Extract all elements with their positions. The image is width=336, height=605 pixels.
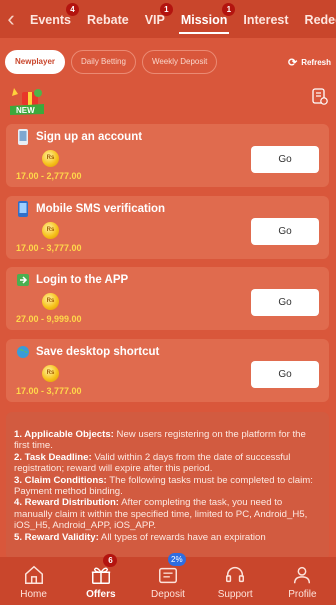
new-badge-text: NEW xyxy=(16,106,35,115)
rule-item: 4. Reward Distribution: After completing… xyxy=(14,497,308,532)
nav-home[interactable]: Home xyxy=(0,557,67,605)
go-button[interactable]: Go xyxy=(251,146,319,173)
tab-interest[interactable]: Interest xyxy=(235,0,296,38)
rule-item: 3. Claim Conditions: The following tasks… xyxy=(14,474,313,498)
task-card-shortcut: Save desktop shortcut Rs 17.00 - 3,777.0… xyxy=(6,339,329,402)
login-app-icon xyxy=(17,274,29,286)
rule-item: 2. Task Deadline: Valid within 2 days fr… xyxy=(14,451,291,475)
subtab-newplayer[interactable]: Newplayer xyxy=(5,50,66,74)
rupee-coin-icon: Rs xyxy=(42,222,59,239)
chevron-left-icon[interactable]: ‹ xyxy=(0,0,22,38)
tab-rebate[interactable]: Rebate xyxy=(79,0,137,38)
bottom-nav: Home 6 Offers 2% Deposit Support Profile xyxy=(0,553,336,605)
rupee-coin-icon: Rs xyxy=(42,293,59,310)
rule-item: 5. Reward Validity: All types of rewards… xyxy=(14,531,266,543)
tab-redeem[interactable]: Redeem xyxy=(297,0,336,38)
reward-range: 17.00 - 3,777.00 xyxy=(16,386,82,396)
home-icon xyxy=(24,565,43,584)
tab-vip[interactable]: VIP 1 xyxy=(137,0,173,38)
task-title: Sign up an account xyxy=(36,131,143,143)
offers-badge: 6 xyxy=(103,554,118,567)
wallet-icon xyxy=(159,567,177,584)
gift-icon xyxy=(91,567,110,584)
refresh-button[interactable]: ⟳ Refresh xyxy=(288,56,331,69)
vip-badge: 1 xyxy=(159,3,173,16)
nav-support[interactable]: Support xyxy=(202,557,269,605)
rule-item: 1. Applicable Objects: New users registe… xyxy=(14,429,306,452)
new-gift-icon: NEW xyxy=(10,88,44,115)
go-button[interactable]: Go xyxy=(251,289,319,316)
mission-badge: 1 xyxy=(222,3,236,16)
user-icon xyxy=(294,566,311,584)
nav-profile[interactable]: Profile xyxy=(269,557,336,605)
tab-mission[interactable]: Mission 1 xyxy=(173,0,236,38)
task-card-login-app: Login to the APP Rs 27.00 - 9,999.00 Go xyxy=(6,267,329,330)
reward-range: 27.00 - 9,999.00 xyxy=(16,314,82,324)
task-title: Mobile SMS verification xyxy=(36,203,166,215)
nav-deposit[interactable]: 2% Deposit xyxy=(134,553,201,605)
top-nav: ‹ Events 4 Rebate VIP 1 Mission 1 Intere… xyxy=(0,0,336,38)
tab-events[interactable]: Events 4 xyxy=(22,0,79,38)
phone-icon xyxy=(18,129,28,145)
task-title: Login to the APP xyxy=(36,274,129,286)
reward-range: 17.00 - 3,777.00 xyxy=(16,243,82,253)
headset-icon xyxy=(226,567,245,583)
reward-range: 17.00 - 2,777.00 xyxy=(16,171,82,181)
nav-offers[interactable]: 6 Offers xyxy=(67,554,134,605)
subtab-daily-betting[interactable]: Daily Betting xyxy=(71,50,136,74)
go-button[interactable]: Go xyxy=(251,361,319,388)
globe-icon xyxy=(17,346,29,358)
rupee-coin-icon: Rs xyxy=(42,365,59,382)
go-button[interactable]: Go xyxy=(251,218,319,245)
category-tabs: Events 4 Rebate VIP 1 Mission 1 Interest… xyxy=(22,0,336,38)
rupee-coin-icon: Rs xyxy=(42,150,59,167)
refresh-icon: ⟳ xyxy=(287,56,298,69)
events-badge: 4 xyxy=(66,3,79,16)
task-card-sms: Mobile SMS verification Rs 17.00 - 3,777… xyxy=(6,196,329,259)
rules-panel: 1. Applicable Objects: New users registe… xyxy=(6,412,329,560)
deposit-badge: 2% xyxy=(168,553,186,566)
sms-phone-icon xyxy=(18,201,28,217)
task-title: Save desktop shortcut xyxy=(36,346,160,358)
records-icon[interactable] xyxy=(312,88,328,106)
task-card-signup: Sign up an account Rs 17.00 - 2,777.00 G… xyxy=(6,124,329,187)
subtab-weekly-deposit[interactable]: Weekly Deposit xyxy=(141,50,218,74)
mission-subtabs: Newplayer Daily Betting Weekly Deposit ⟳… xyxy=(5,50,331,74)
